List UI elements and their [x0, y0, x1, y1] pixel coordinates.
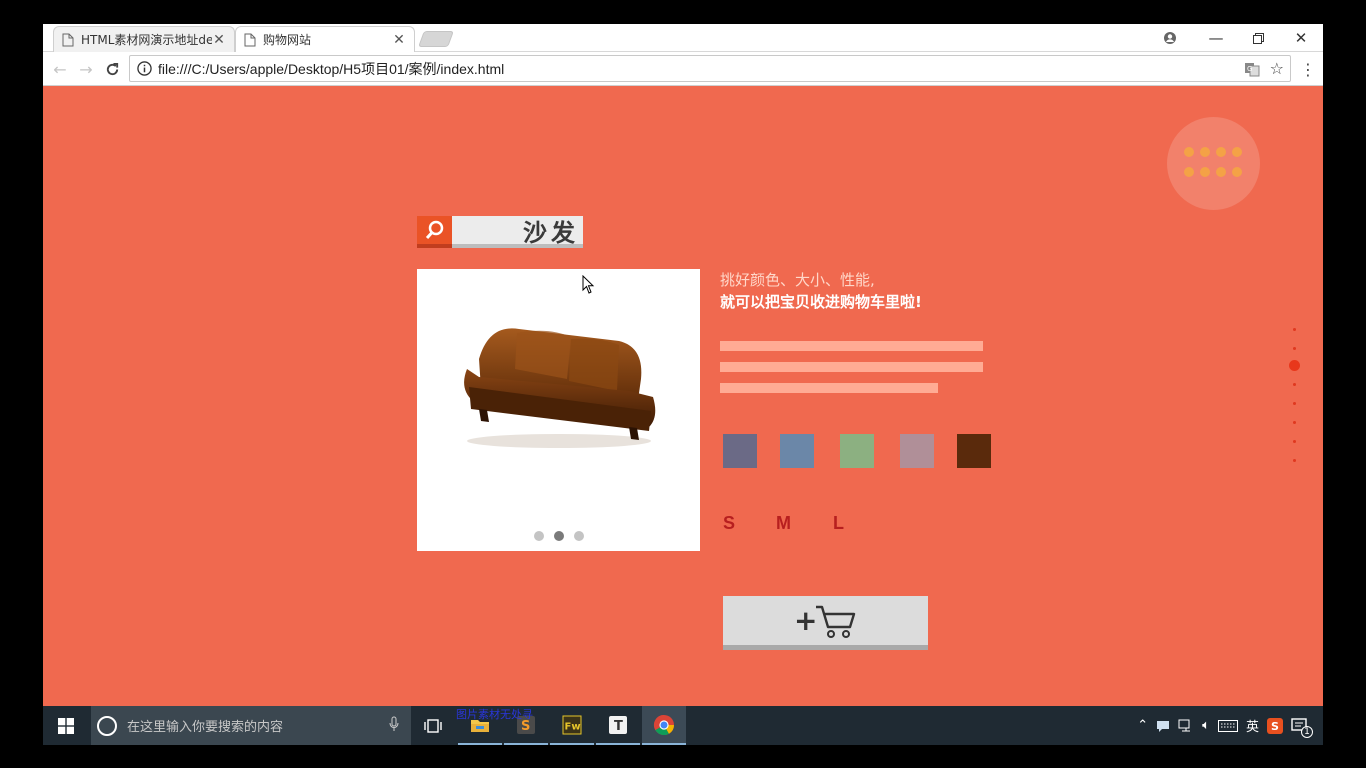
- tab-title: HTML素材网演示地址de: [81, 33, 212, 47]
- size-option-l[interactable]: L: [833, 513, 844, 534]
- description-placeholder-line: [720, 362, 983, 372]
- color-swatch-3[interactable]: [840, 434, 874, 468]
- svg-text:Fw: Fw: [565, 721, 581, 732]
- notification-count-badge: 1: [1301, 725, 1313, 738]
- show-hidden-icons-chevron-icon[interactable]: ⌃: [1137, 718, 1148, 733]
- windows-logo-icon: [57, 717, 74, 734]
- profile-icon[interactable]: [1153, 27, 1187, 49]
- menu-kebab-icon[interactable]: ⋮: [1297, 58, 1319, 80]
- chat-bubble-icon[interactable]: [1156, 720, 1170, 732]
- chrome-icon: [653, 714, 675, 735]
- taskbar-search-placeholder[interactable]: 在这里输入你要搜索的内容: [127, 716, 389, 735]
- section-nav-dot-7[interactable]: [1293, 440, 1296, 443]
- cortana-icon[interactable]: [97, 715, 117, 736]
- tab-shopping-site[interactable]: 购物网站 ✕: [235, 26, 415, 52]
- tab-html-demo[interactable]: HTML素材网演示地址de ✕: [53, 26, 235, 52]
- section-nav-dot-2[interactable]: [1293, 347, 1296, 350]
- start-button[interactable]: [43, 706, 88, 745]
- chrome-button[interactable]: [642, 706, 686, 745]
- reload-icon: [106, 62, 118, 75]
- restore-button[interactable]: [1241, 27, 1275, 49]
- svg-text:+: +: [794, 604, 817, 637]
- section-nav-dot-1[interactable]: [1293, 328, 1296, 331]
- search-category-text[interactable]: 沙发: [452, 216, 583, 248]
- tagline-line-1: 挑好颜色、大小、性能,: [720, 271, 875, 289]
- task-view-button[interactable]: [411, 706, 455, 745]
- task-view-icon: [424, 718, 442, 733]
- add-to-cart-button[interactable]: +: [723, 596, 928, 650]
- windows-taskbar: 在这里输入你要搜索的内容 S Fw T 图片素材无处寻 ⌃ 🔈︎ 英 S 1: [43, 706, 1323, 745]
- microphone-icon[interactable]: [389, 716, 399, 736]
- action-center-icon[interactable]: 1: [1291, 717, 1313, 738]
- watermark-overlay-text: 图片素材无处寻: [456, 708, 533, 721]
- description-placeholder-line: [720, 383, 938, 393]
- input-method-indicator[interactable]: 英: [1246, 716, 1259, 735]
- close-tab-icon[interactable]: ✕: [392, 32, 406, 48]
- mouse-cursor-icon: [582, 275, 595, 294]
- info-icon[interactable]: [137, 61, 152, 76]
- keyboard-icon[interactable]: [1217, 719, 1238, 732]
- address-bar[interactable]: file:///C:/Users/apple/Desktop/H5项目01/案例…: [129, 55, 1291, 82]
- search-icon: [425, 220, 443, 240]
- section-nav-dot-6[interactable]: [1293, 421, 1296, 424]
- size-option-m[interactable]: M: [776, 513, 791, 534]
- document-icon: [62, 33, 74, 46]
- fireworks-icon: Fw: [562, 715, 582, 734]
- fireworks-button[interactable]: Fw: [550, 706, 594, 745]
- translate-icon[interactable]: G: [1244, 61, 1260, 77]
- svg-text:S: S: [1271, 720, 1279, 733]
- section-nav-dot-5[interactable]: [1293, 402, 1296, 405]
- address-toolbar: ← → file:///C:/Users/apple/Desktop/H5项目0…: [43, 53, 1323, 86]
- bookmark-star-icon[interactable]: ☆: [1270, 59, 1284, 78]
- carousel-dot-3[interactable]: [573, 531, 584, 541]
- tab-strip: HTML素材网演示地址de ✕ 购物网站 ✕ — ✕: [43, 24, 1323, 52]
- svg-text:G: G: [1247, 65, 1252, 73]
- browser-window: HTML素材网演示地址de ✕ 购物网站 ✕ — ✕ ← → file:///C…: [43, 24, 1323, 706]
- url-text[interactable]: file:///C:/Users/apple/Desktop/H5项目01/案例…: [158, 59, 1244, 79]
- color-swatch-1[interactable]: [723, 434, 757, 468]
- close-tab-icon[interactable]: ✕: [212, 32, 226, 48]
- category-search-box[interactable]: 沙发: [417, 216, 583, 248]
- section-nav-dot-4[interactable]: [1293, 383, 1296, 386]
- tab-title: 购物网站: [263, 33, 312, 47]
- minimize-button[interactable]: —: [1199, 27, 1233, 49]
- description-placeholder-line: [720, 341, 983, 351]
- network-icon[interactable]: [1178, 719, 1194, 733]
- back-button[interactable]: ←: [49, 58, 71, 80]
- section-nav-dot-8[interactable]: [1293, 459, 1296, 462]
- sofa-image: [464, 328, 656, 448]
- size-option-s[interactable]: S: [723, 513, 735, 534]
- shopping-page: 沙发 挑好颜色、大小、性能, 就可以把宝贝收进购物车里啦! S M L +: [43, 86, 1323, 706]
- svg-text:T: T: [614, 719, 623, 734]
- sogou-input-icon[interactable]: S: [1267, 717, 1283, 734]
- section-nav-dot-3[interactable]: [1289, 360, 1300, 371]
- decorative-circle: [1167, 117, 1260, 210]
- decorative-dots: [1184, 147, 1244, 177]
- tagline-line-2: 就可以把宝贝收进购物车里啦!: [720, 293, 922, 311]
- document-icon: [244, 33, 256, 46]
- close-window-button[interactable]: ✕: [1284, 27, 1318, 49]
- system-tray: ⌃ 🔈︎ 英 S 1: [1137, 706, 1323, 745]
- search-button[interactable]: [417, 216, 452, 248]
- desktop-screen: HTML素材网演示地址de ✕ 购物网站 ✕ — ✕ ← → file:///C…: [0, 0, 1366, 768]
- volume-icon[interactable]: 🔈︎: [1202, 718, 1210, 733]
- product-image-carousel[interactable]: [417, 269, 700, 551]
- carousel-indicators[interactable]: [417, 531, 700, 541]
- reload-button[interactable]: [101, 58, 123, 80]
- carousel-dot-2[interactable]: [553, 531, 564, 541]
- color-swatch-4[interactable]: [900, 434, 934, 468]
- color-swatch-2[interactable]: [780, 434, 814, 468]
- color-swatch-5[interactable]: [957, 434, 991, 468]
- typora-button[interactable]: T: [596, 706, 640, 745]
- typora-icon: T: [609, 715, 627, 734]
- forward-button[interactable]: →: [75, 58, 97, 80]
- taskbar-search-box[interactable]: 在这里输入你要搜索的内容: [91, 706, 411, 745]
- carousel-dot-1[interactable]: [533, 531, 544, 541]
- new-tab-button[interactable]: [418, 31, 454, 47]
- add-to-cart-icon: +: [794, 604, 855, 638]
